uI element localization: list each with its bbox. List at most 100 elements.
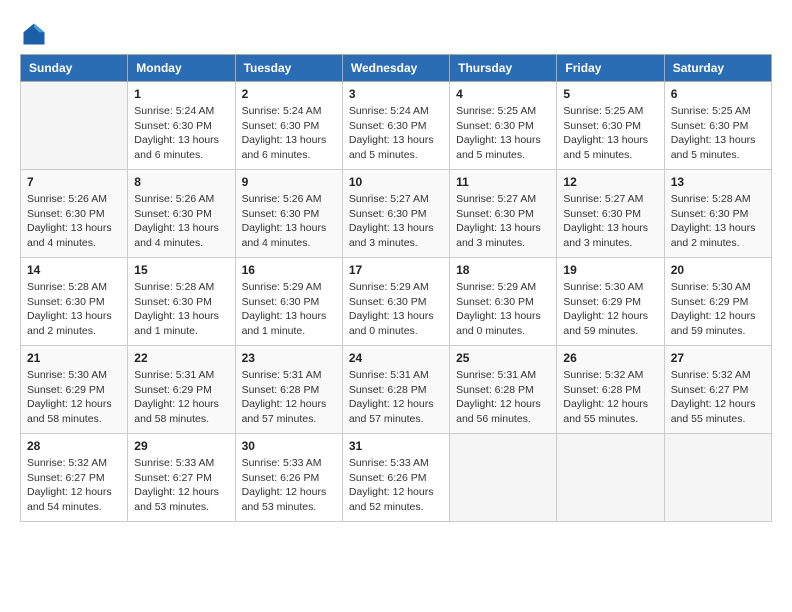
calendar-cell — [557, 434, 664, 522]
day-info: Sunrise: 5:31 AMSunset: 6:28 PMDaylight:… — [456, 368, 550, 427]
day-number: 31 — [349, 439, 443, 453]
calendar-cell: 9Sunrise: 5:26 AMSunset: 6:30 PMDaylight… — [235, 170, 342, 258]
calendar-cell — [450, 434, 557, 522]
calendar-cell: 26 Sunrise: 5:32 AMSunset: 6:28 PMDayligh… — [557, 346, 664, 434]
calendar-cell: 16Sunrise: 5:29 AMSunset: 6:30 PMDayligh… — [235, 258, 342, 346]
logo — [20, 20, 52, 48]
day-info: Sunrise: 5:33 AMSunset: 6:27 PMDaylight:… — [134, 456, 228, 515]
day-info: Sunrise: 5:25 AMSunset: 6:30 PMDaylight:… — [563, 104, 657, 163]
day-info: Sunrise: 5:27 AMSunset: 6:30 PMDaylight:… — [563, 192, 657, 251]
calendar-cell: 5 Sunrise: 5:25 AMSunset: 6:30 PMDaylight… — [557, 82, 664, 170]
day-number: 20 — [671, 263, 765, 277]
day-number: 24 — [349, 351, 443, 365]
calendar-week-row: 21 Sunrise: 5:30 AMSunset: 6:29 PMDayligh… — [21, 346, 772, 434]
day-number: 18 — [456, 263, 550, 277]
day-number: 29 — [134, 439, 228, 453]
calendar-cell: 10 Sunrise: 5:27 AMSunset: 6:30 PMDayligh… — [342, 170, 449, 258]
calendar-cell: 17 Sunrise: 5:29 AMSunset: 6:30 PMDayligh… — [342, 258, 449, 346]
day-info: Sunrise: 5:31 AMSunset: 6:28 PMDaylight:… — [349, 368, 443, 427]
day-info: Sunrise: 5:32 AMSunset: 6:27 PMDaylight:… — [27, 456, 121, 515]
day-number: 19 — [563, 263, 657, 277]
calendar-cell: 13 Sunrise: 5:28 AMSunset: 6:30 PMDayligh… — [664, 170, 771, 258]
day-info: Sunrise: 5:30 AMSunset: 6:29 PMDaylight:… — [563, 280, 657, 339]
calendar-cell: 31 Sunrise: 5:33 AMSunset: 6:26 PMDayligh… — [342, 434, 449, 522]
calendar-cell: 7 Sunrise: 5:26 AMSunset: 6:30 PMDaylight… — [21, 170, 128, 258]
day-number: 26 — [563, 351, 657, 365]
calendar-cell: 2 Sunrise: 5:24 AMSunset: 6:30 PMDaylight… — [235, 82, 342, 170]
calendar-cell: 20 Sunrise: 5:30 AMSunset: 6:29 PMDayligh… — [664, 258, 771, 346]
calendar-cell: 15Sunrise: 5:28 AMSunset: 6:30 PMDayligh… — [128, 258, 235, 346]
day-number: 27 — [671, 351, 765, 365]
calendar-cell — [21, 82, 128, 170]
day-of-week-header: Friday — [557, 55, 664, 82]
day-info: Sunrise: 5:29 AMSunset: 6:30 PMDaylight:… — [242, 280, 336, 339]
day-number: 6 — [671, 87, 765, 101]
day-info: Sunrise: 5:27 AMSunset: 6:30 PMDaylight:… — [456, 192, 550, 251]
day-info: Sunrise: 5:25 AMSunset: 6:30 PMDaylight:… — [456, 104, 550, 163]
calendar-cell: 19 Sunrise: 5:30 AMSunset: 6:29 PMDayligh… — [557, 258, 664, 346]
day-info: Sunrise: 5:26 AMSunset: 6:30 PMDaylight:… — [27, 192, 121, 251]
calendar-cell: 21 Sunrise: 5:30 AMSunset: 6:29 PMDayligh… — [21, 346, 128, 434]
calendar-cell: 14Sunrise: 5:28 AMSunset: 6:30 PMDayligh… — [21, 258, 128, 346]
day-number: 8 — [134, 175, 228, 189]
day-info: Sunrise: 5:24 AMSunset: 6:30 PMDaylight:… — [242, 104, 336, 163]
calendar-cell: 24 Sunrise: 5:31 AMSunset: 6:28 PMDayligh… — [342, 346, 449, 434]
day-of-week-header: Wednesday — [342, 55, 449, 82]
day-number: 28 — [27, 439, 121, 453]
day-number: 23 — [242, 351, 336, 365]
calendar-cell: 11 Sunrise: 5:27 AMSunset: 6:30 PMDayligh… — [450, 170, 557, 258]
day-number: 15 — [134, 263, 228, 277]
day-number: 1 — [134, 87, 228, 101]
day-number: 13 — [671, 175, 765, 189]
day-number: 4 — [456, 87, 550, 101]
day-info: Sunrise: 5:31 AMSunset: 6:28 PMDaylight:… — [242, 368, 336, 427]
calendar-cell: 23 Sunrise: 5:31 AMSunset: 6:28 PMDayligh… — [235, 346, 342, 434]
calendar-cell: 25 Sunrise: 5:31 AMSunset: 6:28 PMDayligh… — [450, 346, 557, 434]
day-info: Sunrise: 5:30 AMSunset: 6:29 PMDaylight:… — [671, 280, 765, 339]
day-of-week-header: Monday — [128, 55, 235, 82]
day-info: Sunrise: 5:24 AMSunset: 6:30 PMDaylight:… — [134, 104, 228, 163]
day-of-week-header: Saturday — [664, 55, 771, 82]
day-number: 10 — [349, 175, 443, 189]
calendar-cell: 30 Sunrise: 5:33 AMSunset: 6:26 PMDayligh… — [235, 434, 342, 522]
calendar-week-row: 28 Sunrise: 5:32 AMSunset: 6:27 PMDayligh… — [21, 434, 772, 522]
calendar-cell: 3 Sunrise: 5:24 AMSunset: 6:30 PMDaylight… — [342, 82, 449, 170]
day-info: Sunrise: 5:29 AMSunset: 6:30 PMDaylight:… — [349, 280, 443, 339]
calendar-week-row: 7 Sunrise: 5:26 AMSunset: 6:30 PMDaylight… — [21, 170, 772, 258]
day-info: Sunrise: 5:30 AMSunset: 6:29 PMDaylight:… — [27, 368, 121, 427]
day-number: 7 — [27, 175, 121, 189]
calendar-cell: 18 Sunrise: 5:29 AMSunset: 6:30 PMDayligh… — [450, 258, 557, 346]
day-info: Sunrise: 5:25 AMSunset: 6:30 PMDaylight:… — [671, 104, 765, 163]
day-number: 11 — [456, 175, 550, 189]
day-info: Sunrise: 5:33 AMSunset: 6:26 PMDaylight:… — [349, 456, 443, 515]
day-number: 22 — [134, 351, 228, 365]
calendar-cell: 12 Sunrise: 5:27 AMSunset: 6:30 PMDayligh… — [557, 170, 664, 258]
day-info: Sunrise: 5:28 AMSunset: 6:30 PMDaylight:… — [27, 280, 121, 339]
day-info: Sunrise: 5:32 AMSunset: 6:27 PMDaylight:… — [671, 368, 765, 427]
day-info: Sunrise: 5:32 AMSunset: 6:28 PMDaylight:… — [563, 368, 657, 427]
day-number: 30 — [242, 439, 336, 453]
calendar-cell: 29 Sunrise: 5:33 AMSunset: 6:27 PMDayligh… — [128, 434, 235, 522]
day-number: 5 — [563, 87, 657, 101]
day-number: 17 — [349, 263, 443, 277]
day-of-week-header: Tuesday — [235, 55, 342, 82]
header-row: SundayMondayTuesdayWednesdayThursdayFrid… — [21, 55, 772, 82]
day-info: Sunrise: 5:24 AMSunset: 6:30 PMDaylight:… — [349, 104, 443, 163]
calendar-cell: 22 Sunrise: 5:31 AMSunset: 6:29 PMDayligh… — [128, 346, 235, 434]
day-info: Sunrise: 5:27 AMSunset: 6:30 PMDaylight:… — [349, 192, 443, 251]
day-info: Sunrise: 5:33 AMSunset: 6:26 PMDaylight:… — [242, 456, 336, 515]
day-info: Sunrise: 5:28 AMSunset: 6:30 PMDaylight:… — [671, 192, 765, 251]
day-number: 25 — [456, 351, 550, 365]
day-number: 12 — [563, 175, 657, 189]
day-of-week-header: Sunday — [21, 55, 128, 82]
calendar-cell: 8Sunrise: 5:26 AMSunset: 6:30 PMDaylight… — [128, 170, 235, 258]
day-number: 21 — [27, 351, 121, 365]
day-number: 2 — [242, 87, 336, 101]
day-info: Sunrise: 5:29 AMSunset: 6:30 PMDaylight:… — [456, 280, 550, 339]
day-info: Sunrise: 5:26 AMSunset: 6:30 PMDaylight:… — [242, 192, 336, 251]
calendar-cell: 27 Sunrise: 5:32 AMSunset: 6:27 PMDayligh… — [664, 346, 771, 434]
calendar-cell: 4 Sunrise: 5:25 AMSunset: 6:30 PMDaylight… — [450, 82, 557, 170]
calendar-cell: 1 Sunrise: 5:24 AMSunset: 6:30 PMDaylight… — [128, 82, 235, 170]
day-number: 3 — [349, 87, 443, 101]
day-info: Sunrise: 5:31 AMSunset: 6:29 PMDaylight:… — [134, 368, 228, 427]
